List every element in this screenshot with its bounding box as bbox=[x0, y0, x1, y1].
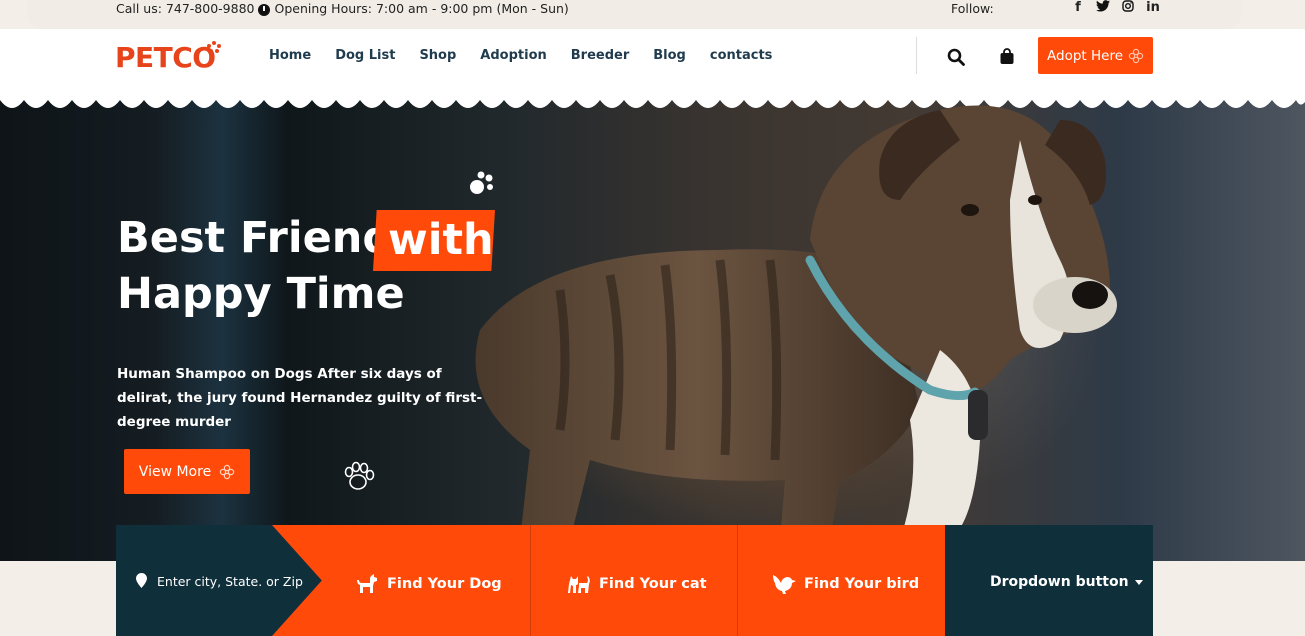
clock-icon bbox=[258, 3, 271, 16]
hero-subtitle: Human Shampoo on Dogs After six days of … bbox=[117, 366, 483, 430]
nav-shop[interactable]: Shop bbox=[419, 48, 456, 63]
nav-dog-list[interactable]: Dog List bbox=[335, 48, 395, 63]
dog-icon bbox=[357, 574, 377, 593]
contact-info: Call us: 747-800-9880 Opening Hours: 7:0… bbox=[116, 1, 569, 16]
find-bird-label: Find Your bird bbox=[804, 576, 920, 592]
main-nav: Home Dog List Shop Adoption Breeder Blog… bbox=[269, 48, 796, 63]
header-divider bbox=[916, 37, 917, 74]
hero-banner: Best Friend Happy Time with Human Shampo… bbox=[0, 100, 1305, 561]
find-dog-option[interactable]: Find Your Dog bbox=[355, 574, 502, 594]
shopping-bag-icon[interactable] bbox=[999, 48, 1015, 65]
facebook-icon[interactable]: f bbox=[1071, 0, 1085, 16]
option-divider bbox=[530, 525, 531, 636]
paw-decoration-icon bbox=[470, 171, 493, 194]
find-bird-option[interactable]: Find Your bird bbox=[772, 574, 919, 594]
nav-contacts[interactable]: contacts bbox=[710, 48, 773, 63]
phone-text: Call us: 747-800-9880 bbox=[116, 1, 255, 16]
follow-label: Follow: bbox=[951, 1, 994, 16]
social-links: f in bbox=[1071, 0, 1160, 16]
view-more-button[interactable]: View More bbox=[124, 449, 250, 494]
location-placeholder: Enter city, State. or Zip bbox=[157, 574, 303, 589]
instagram-icon[interactable] bbox=[1121, 0, 1135, 16]
paw-outline-icon bbox=[344, 461, 375, 490]
linkedin-icon[interactable]: in bbox=[1146, 0, 1160, 16]
nav-breeder[interactable]: Breeder bbox=[571, 48, 630, 63]
main-header: PETCO Home Dog List Shop Adoption Breede… bbox=[0, 29, 1305, 109]
dropdown-button[interactable]: Dropdown button bbox=[990, 574, 1143, 590]
adopt-button-label: Adopt Here bbox=[1047, 47, 1123, 64]
hero-title-highlight: with bbox=[388, 215, 494, 265]
dropdown-cell: Dropdown button bbox=[945, 525, 1153, 636]
hero-title: Best Friend Happy Time bbox=[117, 210, 405, 322]
opening-hours-text: Opening Hours: 7:00 am - 9:00 pm (Mon - … bbox=[274, 1, 569, 16]
view-more-label: View More bbox=[138, 463, 212, 480]
hero-title-line1: Best Friend bbox=[117, 213, 394, 263]
flower-icon bbox=[219, 464, 235, 479]
flower-icon bbox=[1128, 48, 1144, 63]
chevron-down-icon bbox=[1134, 579, 1143, 585]
logo-paw-icon bbox=[207, 41, 221, 53]
dog-photo bbox=[475, 105, 1117, 541]
pet-search-strip: Enter city, State. or Zip Find Your Dog … bbox=[116, 525, 1153, 636]
bird-icon bbox=[773, 575, 796, 594]
hero-title-line2: Happy Time bbox=[117, 269, 405, 319]
nav-home[interactable]: Home bbox=[269, 48, 311, 63]
cat-icon bbox=[568, 576, 590, 593]
nav-blog[interactable]: Blog bbox=[653, 48, 686, 63]
adopt-here-button[interactable]: Adopt Here bbox=[1038, 37, 1153, 74]
top-info-bar: Call us: 747-800-9880 Opening Hours: 7:0… bbox=[27, 0, 1242, 29]
find-dog-label: Find Your Dog bbox=[387, 576, 502, 592]
find-cat-option[interactable]: Find Your cat bbox=[567, 574, 707, 594]
twitter-icon[interactable] bbox=[1096, 0, 1110, 16]
find-cat-label: Find Your cat bbox=[599, 576, 707, 592]
dropdown-label: Dropdown button bbox=[990, 574, 1129, 590]
nav-adoption[interactable]: Adoption bbox=[480, 48, 546, 63]
option-divider bbox=[737, 525, 738, 636]
search-icon[interactable] bbox=[947, 48, 965, 66]
petco-logo[interactable]: PETCO bbox=[115, 41, 216, 74]
location-pin-icon bbox=[136, 573, 147, 588]
